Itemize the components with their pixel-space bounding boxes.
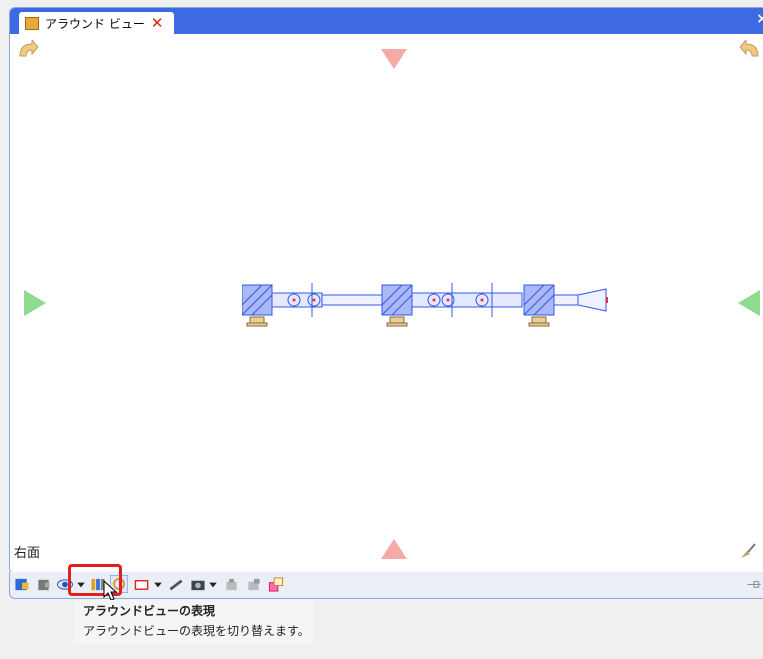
export-icon[interactable] [268,577,284,592]
arrow-right-view-icon[interactable] [738,290,762,316]
tab-title: アラウンド ビュー [45,16,145,31]
tooltip-title: アラウンドビューの表現 [83,604,216,618]
brush-icon[interactable] [738,542,756,560]
tooltip: アラウンドビューの表現 アラウンドビューの表現を切り替えます。 [74,600,314,644]
tab-close-icon[interactable]: ✕ [151,15,164,31]
tooltip-description: アラウンドビューの表現を切り替えます。 [83,624,310,638]
rotate-right-icon[interactable] [740,40,762,62]
piping-drawing [242,283,608,327]
paste-icon[interactable] [246,577,262,592]
copy-icon[interactable] [224,577,240,592]
arrow-up-view-icon[interactable] [381,49,407,71]
pen-icon[interactable] [168,577,184,592]
title-bar: アラウンド ビュー ✕ × [10,8,763,34]
frame-dropdown-icon[interactable] [153,577,163,592]
around-view-panel: アラウンド ビュー ✕ × [9,7,763,574]
mouse-cursor-icon [103,580,118,601]
view-canvas[interactable]: 右面 [10,34,763,572]
camera-dropdown-icon[interactable] [208,577,218,592]
bottom-toolbar [9,572,763,599]
view-origin-icon[interactable] [14,577,30,592]
arrow-down-view-icon[interactable] [381,539,407,561]
rotate-left-icon[interactable] [16,40,38,62]
frame-icon[interactable] [134,577,150,592]
tab-around-view[interactable]: アラウンド ビュー ✕ [19,12,174,34]
camera-icon[interactable] [190,577,206,592]
pin-icon[interactable] [746,577,762,592]
view-back-icon[interactable] [36,577,52,592]
window-close-icon[interactable]: × [756,11,763,27]
arrow-left-view-icon[interactable] [24,290,48,316]
view-name-label: 右面 [14,546,41,561]
around-view-icon [25,16,39,30]
